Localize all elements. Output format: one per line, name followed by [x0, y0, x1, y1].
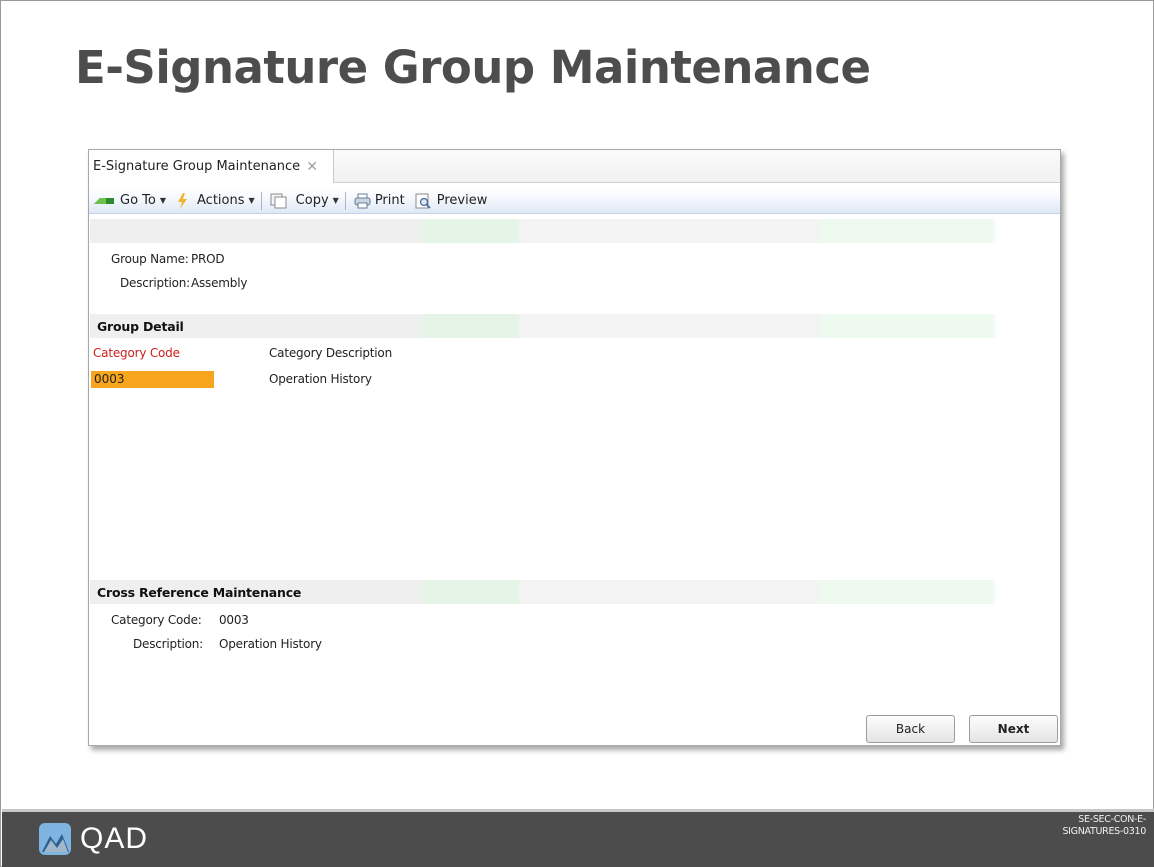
chevron-down-icon: ▼	[159, 196, 167, 205]
slide-footer: QAD SE-SEC-CON-E-SIGNATURES-0310	[2, 809, 1154, 867]
close-icon[interactable]: ✕	[306, 159, 318, 175]
goto-button[interactable]: Go To ▼	[89, 190, 169, 212]
xref-description-value: Operation History	[219, 637, 322, 651]
description-value: Assembly	[191, 276, 248, 290]
group-name-label: Group Name:	[111, 252, 189, 266]
group-name-value: PROD	[191, 252, 225, 266]
actions-lightning-icon	[178, 192, 188, 209]
xref-description-label: Description:	[133, 637, 203, 651]
group-detail-title: Group Detail	[97, 318, 184, 334]
printer-icon	[354, 193, 371, 208]
logo-text: QAD	[80, 822, 149, 855]
preview-label: Preview	[436, 193, 488, 208]
group-detail-header: Group Detail	[90, 314, 1060, 338]
chevron-down-icon: ▼	[248, 196, 255, 205]
qad-logo: QAD	[38, 822, 148, 856]
preview-icon	[415, 193, 431, 209]
xref-category-code-label: Category Code:	[111, 613, 202, 627]
copy-button[interactable]: Copy ▼	[265, 190, 342, 212]
back-button[interactable]: Back	[866, 715, 955, 743]
slide-title: E-Signature Group Maintenance	[75, 41, 871, 94]
copy-label: Copy	[295, 193, 329, 208]
xref-category-code-value: 0003	[219, 613, 249, 627]
app-window: E-Signature Group Maintenance ✕ Go To ▼ …	[88, 149, 1061, 746]
preview-button[interactable]: Preview	[408, 190, 491, 212]
category-code-column-header[interactable]: Category Code	[93, 346, 180, 360]
slide: E-Signature Group Maintenance E-Signatur…	[0, 0, 1154, 867]
actions-button[interactable]: Actions ▼	[169, 190, 258, 212]
chevron-down-icon: ▼	[332, 196, 339, 205]
toolbar-separator	[260, 191, 262, 210]
slide-code: SE-SEC-CON-E-SIGNATURES-0310	[1062, 814, 1146, 837]
next-button[interactable]: Next	[969, 715, 1058, 743]
header-band	[90, 219, 1060, 243]
description-label: Description:	[120, 276, 190, 290]
tab-label: E-Signature Group Maintenance	[93, 159, 301, 174]
toolbar-separator	[344, 191, 346, 210]
cross-reference-header: Cross Reference Maintenance	[90, 580, 1060, 604]
tab-e-signature-group-maintenance[interactable]: E-Signature Group Maintenance ✕	[89, 150, 334, 183]
copy-icon	[270, 193, 287, 208]
goto-arrow-icon	[94, 198, 114, 204]
goto-label: Go To	[120, 193, 156, 208]
qad-logo-icon	[39, 823, 71, 855]
print-button[interactable]: Print	[349, 190, 408, 212]
category-description-column-header[interactable]: Category Description	[269, 346, 392, 360]
cross-reference-title: Cross Reference Maintenance	[97, 584, 302, 600]
category-description-cell[interactable]: Operation History	[269, 372, 372, 386]
toolbar: Go To ▼ Actions ▼ Copy ▼ Print Preview	[89, 188, 1060, 214]
print-label: Print	[374, 193, 405, 208]
category-code-cell[interactable]: 0003	[91, 371, 214, 388]
tab-strip: E-Signature Group Maintenance ✕	[89, 150, 1060, 183]
actions-label: Actions	[197, 193, 245, 208]
